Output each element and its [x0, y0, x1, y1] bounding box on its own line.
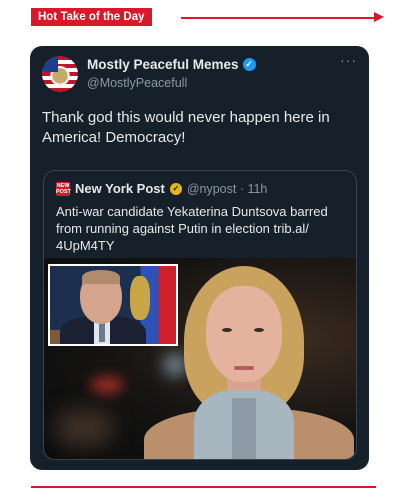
banner-divider-line	[181, 17, 377, 19]
author-display-name[interactable]: Mostly Peaceful Memes	[87, 57, 239, 72]
arrow-right-icon	[374, 12, 384, 22]
quoted-author-row: NEW POST New York Post ✓ @nypost · 11h	[56, 181, 267, 196]
background-bokeh	[164, 354, 186, 376]
new-york-post-logo: NEW POST	[56, 181, 71, 196]
inset-emblem	[130, 276, 150, 320]
tweet-author-row: Mostly Peaceful Memes ✓	[87, 57, 256, 72]
woman-mouth	[234, 366, 254, 370]
author-handle[interactable]: @MostlyPeacefull	[87, 76, 187, 90]
woman-scarf-knot	[232, 398, 256, 459]
quoted-tweet-image[interactable]	[44, 258, 356, 459]
woman-eye	[222, 328, 232, 332]
background-bokeh	[90, 376, 124, 394]
inset-hair	[82, 270, 120, 284]
tweet-text: Thank god this would never happen here i…	[42, 109, 330, 146]
gold-verified-badge-icon: ✓	[169, 182, 182, 195]
inset-photo	[48, 264, 178, 346]
banner-label: Hot Take of the Day	[31, 8, 152, 26]
quoted-handle-time: @nypost · 11h	[186, 181, 268, 196]
bottom-divider-line	[31, 486, 376, 488]
tweet-card[interactable]: Mostly Peaceful Memes ✓ @MostlyPeacefull…	[30, 46, 369, 470]
quoted-display-name[interactable]: New York Post	[75, 181, 165, 196]
woman-eye	[254, 328, 264, 332]
verified-badge-icon: ✓	[242, 58, 256, 71]
avatar[interactable]	[42, 56, 78, 92]
background-bokeh	[54, 408, 114, 448]
quoted-tweet[interactable]: NEW POST New York Post ✓ @nypost · 11h An…	[43, 170, 357, 460]
hot-take-banner: Hot Take of the Day	[31, 8, 391, 28]
quoted-tweet-text: Anti-war candidate Yekaterina Duntsova b…	[56, 204, 328, 253]
more-options-icon[interactable]: ···	[340, 52, 357, 68]
